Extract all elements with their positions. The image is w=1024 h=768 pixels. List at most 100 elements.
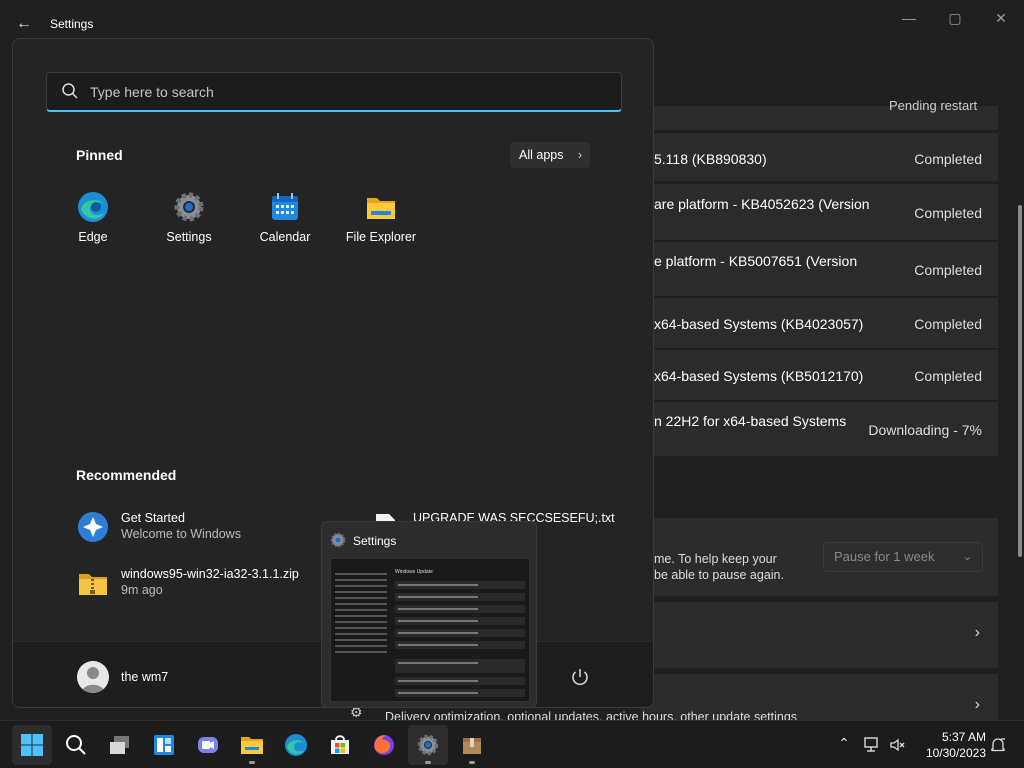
running-indicator <box>249 761 255 764</box>
scrollbar[interactable] <box>1018 205 1022 557</box>
recommended-title: Get Started <box>121 511 185 525</box>
thumbnail-line <box>395 689 525 697</box>
update-name: 5.118 (KB890830) <box>654 151 767 167</box>
pause-updates-card: me. To help keep your be able to pause a… <box>640 518 998 596</box>
recommended-item-get-started[interactable]: Get Started Welcome to Windows <box>77 507 337 547</box>
update-row: n 22H2 for x64-based Systems Downloading… <box>640 402 998 456</box>
power-icon[interactable] <box>569 666 591 688</box>
calendar-icon <box>272 193 298 220</box>
taskbar: ⌃ 5:37 AM 10/30/2023 <box>0 720 1024 768</box>
close-button[interactable]: ✕ <box>986 8 1016 28</box>
taskbar-settings[interactable] <box>408 725 448 765</box>
zip-folder-icon <box>79 574 107 595</box>
pinned-app-settings[interactable]: Settings <box>141 189 237 253</box>
chevron-right-icon: › <box>577 148 582 162</box>
taskbar-edge[interactable] <box>276 725 316 765</box>
avatar[interactable] <box>77 661 109 693</box>
update-status: Completed <box>914 368 982 384</box>
network-icon[interactable] <box>862 735 882 755</box>
pinned-app-file-explorer[interactable]: File Explorer <box>333 189 429 253</box>
store-icon <box>331 735 349 754</box>
chevron-right-icon: › <box>974 624 980 641</box>
pinned-app-edge[interactable]: Edge <box>45 189 141 253</box>
update-name: n 22H2 for x64-based Systems <box>654 413 847 429</box>
chevron-down-icon: ⌄ <box>962 551 972 563</box>
widgets-button[interactable] <box>144 725 184 765</box>
thumbnail-line <box>395 629 525 637</box>
update-row: 5.118 (KB890830) Completed <box>640 133 998 181</box>
update-history-card[interactable]: › <box>640 602 998 668</box>
thumbnail-line <box>395 593 525 601</box>
taskbar-store[interactable] <box>320 725 360 765</box>
pinned-app-label: Settings <box>166 230 212 244</box>
maximize-button[interactable]: ▢ <box>940 8 970 28</box>
update-row: are platform - KB4052623 (Version Comple… <box>640 184 998 240</box>
settings-icon <box>417 734 439 756</box>
show-hidden-icons-chevron-icon[interactable]: ⌃ <box>834 735 854 755</box>
update-name: x64-based Systems (KB5012170) <box>654 368 864 384</box>
recommended-item-zip[interactable]: windows95-win32-ia32-3.1.1.zip 9m ago <box>77 563 337 603</box>
taskbar-package[interactable] <box>452 725 492 765</box>
package-icon <box>463 738 481 754</box>
update-row: x64-based Systems (KB4023057) Completed <box>640 298 998 348</box>
settings-gear-icon <box>330 532 346 548</box>
pinned-app-calendar[interactable]: Calendar <box>237 189 333 253</box>
update-name: are platform - KB4052623 (Version <box>654 196 870 212</box>
pinned-app-label: Edge <box>78 230 108 244</box>
update-status: Downloading - 7% <box>868 422 982 438</box>
pinned-app-label: File Explorer <box>345 230 417 244</box>
clock-time: 5:37 AM <box>941 730 986 744</box>
recommended-title: windows95-win32-ia32-3.1.1.zip <box>121 567 299 581</box>
clock-date: 10/30/2023 <box>925 746 986 760</box>
settings-gear-icon <box>174 192 204 222</box>
all-apps-label: All apps <box>519 148 564 162</box>
thumbnail-line <box>395 659 525 673</box>
back-button[interactable]: ← <box>12 12 36 36</box>
pause-duration-select[interactable]: Pause for 1 week ⌄ <box>823 542 983 572</box>
user-name[interactable]: the wm7 <box>121 670 168 684</box>
folder-icon <box>367 198 395 219</box>
pause-description-line2: be able to pause again. <box>654 568 784 582</box>
chevron-right-icon: › <box>974 696 980 713</box>
recommended-heading: Recommended <box>76 467 177 483</box>
taskbar-firefox[interactable] <box>364 725 404 765</box>
search-icon <box>62 83 78 99</box>
update-status: Completed <box>914 205 982 221</box>
volume-muted-icon[interactable] <box>888 735 908 755</box>
teams-chat-icon <box>198 737 218 753</box>
thumbnail-line <box>395 605 525 613</box>
edge-icon <box>78 192 108 222</box>
taskbar-thumbnail-preview[interactable]: Settings Windows Update <box>321 521 537 708</box>
running-indicator <box>425 761 431 764</box>
notifications-icon[interactable] <box>988 735 1008 755</box>
thumbnail-heading: Windows Update <box>395 569 433 575</box>
get-started-icon <box>78 512 108 542</box>
start-button[interactable] <box>12 725 52 765</box>
taskbar-search-button[interactable] <box>56 725 96 765</box>
widgets-icon <box>154 735 174 755</box>
chat-button[interactable] <box>188 725 228 765</box>
thumbnail-line <box>395 641 525 649</box>
minimize-button[interactable]: — <box>894 8 924 28</box>
update-name: x64-based Systems (KB4023057) <box>654 316 864 332</box>
task-view-icon <box>110 736 129 754</box>
file-explorer-icon <box>241 737 263 754</box>
search-icon <box>66 735 86 755</box>
all-apps-button[interactable]: All apps › <box>510 142 590 168</box>
thumbnail-line <box>395 617 525 625</box>
pinned-app-label: Calendar <box>259 230 311 244</box>
pause-description-line1: me. To help keep your <box>654 552 777 566</box>
start-search-input[interactable]: Type here to search <box>46 72 622 112</box>
search-placeholder: Type here to search <box>90 84 214 100</box>
taskbar-file-explorer[interactable] <box>232 725 272 765</box>
recommended-subtitle: Welcome to Windows <box>121 527 241 541</box>
edge-icon <box>285 734 307 756</box>
thumbnail-title: Settings <box>353 534 397 548</box>
thumbnail-window-image: Windows Update <box>330 558 530 702</box>
clock[interactable]: 5:37 AM 10/30/2023 <box>914 729 986 761</box>
start-icon <box>21 734 43 756</box>
task-view-button[interactable] <box>100 725 140 765</box>
pending-restart-text: Pending restart <box>889 98 978 113</box>
recommended-subtitle: 9m ago <box>121 583 163 597</box>
update-status: Completed <box>914 151 982 167</box>
